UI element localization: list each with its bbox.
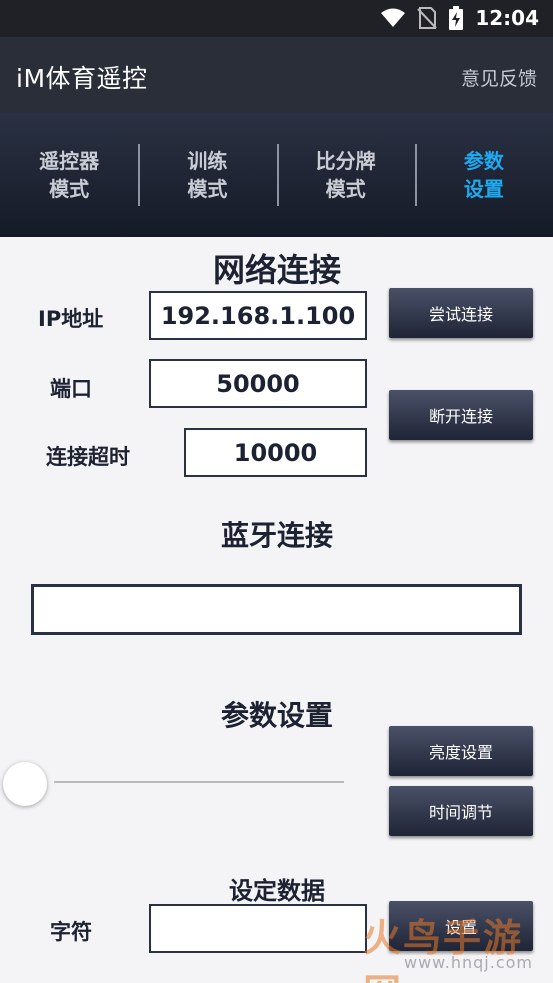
tab-label-line2: 模式	[49, 177, 90, 201]
disconnect-button[interactable]: 断开连接	[389, 390, 533, 440]
brightness-button[interactable]: 亮度设置	[389, 726, 533, 776]
app-bar: iM体育遥控 意见反馈	[0, 37, 553, 113]
status-icons: 12:04	[381, 6, 539, 30]
watermark-url: www.hnqj.com	[403, 953, 533, 972]
watermark: 火鸟手游网 www.hnqj.com	[363, 905, 543, 983]
tab-label-line1: 参数	[463, 149, 504, 173]
clock: 12:04	[475, 6, 539, 30]
tab-label-line1: 比分牌	[315, 149, 376, 173]
try-connect-button[interactable]: 尝试连接	[389, 288, 533, 338]
port-input[interactable]: 50000	[149, 359, 367, 408]
bluetooth-heading: 蓝牙连接	[220, 519, 333, 552]
set-data-heading: 设定数据	[229, 877, 325, 905]
settings-content: 网络连接 IP地址 192.168.1.100 端口 50000 连接超时 10…	[0, 237, 553, 983]
char-input[interactable]	[149, 904, 367, 953]
ip-label: IP地址	[38, 307, 104, 331]
tab-label-line2: 模式	[187, 177, 228, 201]
bluetooth-device-field[interactable]	[31, 584, 522, 635]
app-title: iM体育遥控	[16, 64, 148, 93]
wifi-icon	[381, 8, 406, 27]
brightness-slider-track[interactable]	[54, 781, 344, 783]
tab-label-line1: 训练	[187, 149, 228, 173]
tab-label-line2: 设置	[463, 177, 504, 201]
status-bar: 12:04	[0, 0, 553, 37]
tab-remote-mode[interactable]: 遥控器 模式	[0, 144, 138, 206]
tab-label-line1: 遥控器	[39, 149, 100, 173]
ip-input[interactable]: 192.168.1.100	[149, 291, 367, 340]
brightness-slider-thumb[interactable]	[3, 762, 47, 806]
tab-label-line2: 模式	[325, 177, 366, 201]
no-sim-icon	[417, 7, 438, 29]
params-heading: 参数设置	[220, 699, 333, 732]
timeout-label: 连接超时	[46, 445, 130, 469]
char-label: 字符	[50, 920, 92, 944]
battery-charging-icon	[449, 6, 464, 30]
tab-training-mode[interactable]: 训练 模式	[138, 144, 276, 206]
feedback-link[interactable]: 意见反馈	[461, 64, 537, 91]
tab-scoreboard-mode[interactable]: 比分牌 模式	[276, 144, 415, 206]
network-heading: 网络连接	[212, 251, 341, 289]
tab-parameter-settings[interactable]: 参数 设置	[414, 144, 553, 206]
port-label: 端口	[50, 377, 92, 401]
timeout-input[interactable]: 10000	[184, 428, 367, 477]
time-adjust-button[interactable]: 时间调节	[389, 786, 533, 836]
mode-tabs: 遥控器 模式 训练 模式 比分牌 模式 参数 设置	[0, 113, 553, 237]
